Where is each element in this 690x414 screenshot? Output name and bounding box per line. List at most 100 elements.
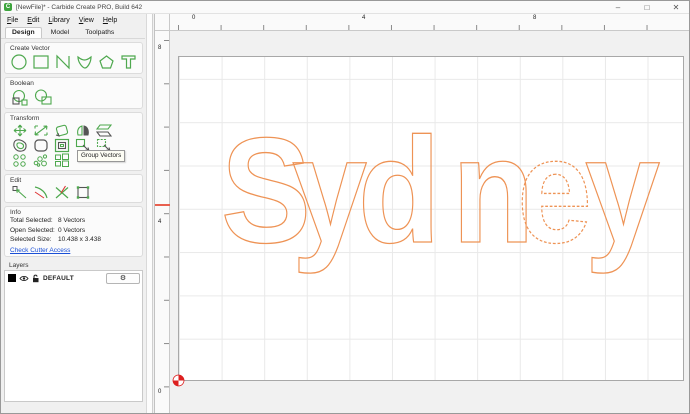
transform-flip-button[interactable] [73,123,92,138]
ruler-label: 0 [192,15,195,21]
close-vector-icon [74,185,92,200]
layer-visibility-eye-icon[interactable] [19,275,29,282]
transform-round-corners-button[interactable] [31,138,50,153]
transform-offset-button[interactable] [10,138,29,153]
tab-design[interactable]: Design [5,27,42,38]
node-edit-button[interactable] [10,185,29,200]
ruler-label: 4 [362,15,365,21]
section-title: Create Vector [10,45,138,52]
section-edit: Edit [4,174,143,203]
layer-name: DEFAULT [43,275,74,282]
stock-area[interactable] [178,56,684,381]
section-title: Boolean [10,80,138,87]
section-title: Edit [10,177,138,184]
check-cutter-access-link[interactable]: Check Cutter Access [10,247,70,254]
layers-panel: DEFAULT ⚙ [4,270,143,402]
section-info: Info Total Selected: 8 Vectors Open Sele… [4,206,143,257]
create-text-button[interactable] [118,53,138,71]
curve-edit-icon [32,185,50,200]
ruler-label: 8 [533,15,536,21]
app-window: C [NewFile]* - Carbide Create PRO, Build… [0,0,690,414]
flip-icon [74,123,92,138]
layer-unlock-icon[interactable] [32,274,40,283]
section-title: Info [10,209,138,216]
offset-icon [11,138,29,153]
menu-edit[interactable]: Edit [27,17,39,24]
info-selected-size: Selected Size: 10.438 x 3.438 [10,236,138,243]
app-logo-icon: C [4,3,12,11]
ruler-label: 0 [158,389,161,395]
mode-tabs: Design Model Toolpaths [1,27,145,39]
layer-color-swatch[interactable] [8,274,16,282]
create-polyline-button[interactable] [53,53,73,71]
ruler-cursor-marker [155,204,170,206]
sidebar-scrollbar[interactable] [146,14,153,413]
origin-marker-icon [172,374,185,387]
info-open-selected: Open Selected: 0 Vectors [10,227,138,234]
design-canvas[interactable]: 0 4 8 8 4 0 S y d n e y [154,14,689,413]
info-value: 8 Vectors [58,217,85,224]
create-polygon-button[interactable] [97,53,117,71]
close-button[interactable]: ✕ [671,4,681,12]
section-layers: Layers [4,260,143,269]
rectangle-icon [32,54,51,70]
tab-model[interactable]: Model [44,27,77,38]
menu-help[interactable]: Help [103,17,117,24]
create-curve-button[interactable] [75,53,95,71]
section-create-vector: Create Vector [4,42,143,74]
linear-array-button[interactable] [52,153,71,168]
trim-vectors-button[interactable] [52,185,71,200]
circle-icon [10,54,29,70]
circular-array-button[interactable] [10,153,29,168]
maximize-button[interactable]: □ [642,4,652,12]
menu-bar: File Edit Library View Help [1,14,154,27]
menu-view[interactable]: View [79,17,94,24]
info-label: Selected Size: [10,236,58,243]
move-icon [11,123,29,138]
info-total-selected: Total Selected: 8 Vectors [10,217,138,224]
nested-offset-icon [53,138,71,153]
skew-icon [95,123,113,138]
info-label: Total Selected: [10,217,58,224]
polygon-icon [97,54,116,70]
ruler-label: 4 [158,219,161,225]
ruler-label: 8 [158,45,161,51]
boolean-union-button[interactable] [10,88,31,106]
boolean-union-icon [10,89,31,106]
minimize-button[interactable]: – [613,4,623,12]
scatter-icon [32,153,50,168]
group-vectors-tooltip: Group Vectors [77,150,125,162]
section-title: Transform [10,115,138,122]
node-edit-icon [11,185,29,200]
layer-row[interactable]: DEFAULT ⚙ [5,271,142,286]
transform-move-button[interactable] [10,123,29,138]
round-corners-icon [32,138,50,153]
layer-settings-button[interactable]: ⚙ [106,273,140,284]
transform-scale-button[interactable] [31,123,50,138]
circular-array-icon [11,153,29,168]
ruler-corner [155,14,170,31]
transform-nested-offset-button[interactable] [52,138,71,153]
create-rectangle-button[interactable] [32,53,52,71]
curve-edit-button[interactable] [31,185,50,200]
section-boolean: Boolean [4,77,143,109]
trim-vectors-icon [53,185,71,200]
info-label: Open Selected: [10,227,58,234]
scale-icon [32,123,50,138]
info-value: 10.438 x 3.438 [58,236,101,243]
tab-toolpaths[interactable]: Toolpaths [78,27,121,38]
transform-skew-button[interactable] [94,123,113,138]
boolean-subtract-button[interactable] [33,88,54,106]
close-vector-button[interactable] [73,185,92,200]
section-transform: Transform [4,112,143,171]
menu-library[interactable]: Library [48,17,69,24]
create-circle-button[interactable] [10,53,30,71]
curve-icon [75,54,94,70]
sidebar: File Edit Library View Help Design Model… [1,14,154,413]
menu-file[interactable]: File [7,17,18,24]
rotate-icon [53,123,71,138]
linear-array-icon [53,153,71,168]
transform-rotate-button[interactable] [52,123,71,138]
scatter-button[interactable] [31,153,50,168]
info-value: 0 Vectors [58,227,85,234]
